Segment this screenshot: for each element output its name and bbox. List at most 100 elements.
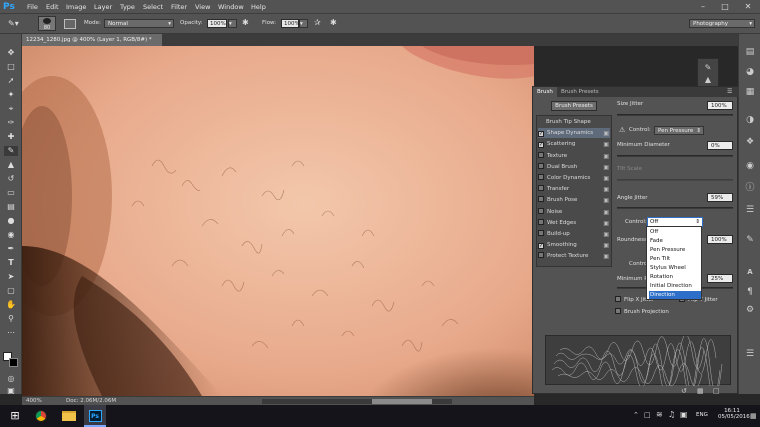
zoom-tool-icon[interactable]: ⚲ xyxy=(4,314,18,324)
wifi-icon[interactable]: ≋ xyxy=(656,410,663,419)
brush-projection-row[interactable]: Brush Projection xyxy=(615,308,669,315)
control-option-stylus-wheel[interactable]: Stylus Wheel xyxy=(649,264,701,272)
brush-setting-checkbox[interactable] xyxy=(538,207,544,214)
gradient-tool-icon[interactable]: ▤ xyxy=(4,202,18,212)
angle-jitter-field[interactable]: 59% xyxy=(707,193,733,202)
scrollbar-thumb[interactable] xyxy=(372,399,432,404)
lock-icon[interactable]: ▣ xyxy=(603,219,609,229)
lock-icon[interactable]: ▣ xyxy=(603,252,609,262)
brush-setting-brush-tip-shape[interactable]: Brush Tip Shape xyxy=(538,117,610,127)
brush-setting-dual-brush[interactable]: Dual Brush ▣ xyxy=(538,162,610,172)
lock-icon[interactable]: ▣ xyxy=(603,241,609,251)
flip-x-checkbox[interactable] xyxy=(615,296,621,302)
mode-select[interactable]: Normal ▾ xyxy=(104,19,174,28)
brush-setting-checkbox[interactable] xyxy=(538,230,544,236)
eyedropper-tool-icon[interactable]: ✑ xyxy=(4,118,18,128)
clock[interactable]: 16:11 05/05/2016 xyxy=(718,408,750,420)
menu-file[interactable]: File xyxy=(27,0,38,14)
menu-window[interactable]: Window xyxy=(218,0,244,14)
adjustments-panel-icon[interactable]: ◑ xyxy=(744,114,756,126)
minimum-diameter-field[interactable]: 0% xyxy=(707,141,733,150)
tab-brush-presets[interactable]: Brush Presets xyxy=(557,87,603,97)
hand-tool-icon[interactable]: ✋ xyxy=(4,300,18,310)
lock-icon[interactable]: ▣ xyxy=(603,129,609,139)
close-window-button[interactable]: ✕ xyxy=(737,0,759,14)
info-panel-icon[interactable]: ⓘ xyxy=(744,182,756,194)
panel-menu-icon[interactable]: ☰ xyxy=(727,88,732,95)
character-panel-icon[interactable]: A xyxy=(744,266,756,278)
brush-setting-checkbox[interactable] xyxy=(538,174,544,180)
menu-image[interactable]: Image xyxy=(66,0,86,14)
magic-wand-tool-icon[interactable]: ✦ xyxy=(4,90,18,100)
notifications-icon[interactable]: ▦ xyxy=(750,412,757,420)
brush-setting-checkbox[interactable] xyxy=(538,162,544,169)
screen-mode-icon[interactable]: ▣ xyxy=(4,386,18,396)
menu-select[interactable]: Select xyxy=(143,0,163,14)
brush-projection-checkbox[interactable] xyxy=(615,308,621,314)
brush-setting-color-dynamics[interactable]: Color Dynamics ▣ xyxy=(538,173,610,183)
styles-panel-icon[interactable]: ❖ xyxy=(744,136,756,148)
brush-setting-checkbox[interactable] xyxy=(538,196,544,203)
minimum-roundness-field[interactable]: 25% xyxy=(707,274,733,283)
history-brush-tool-icon[interactable]: ↺ xyxy=(4,174,18,184)
airbrush-icon[interactable]: ✰ xyxy=(314,18,324,29)
menu-layer[interactable]: Layer xyxy=(94,0,112,14)
menu-view[interactable]: View xyxy=(195,0,210,14)
brush-setting-brush-pose[interactable]: Brush Pose ▣ xyxy=(538,195,610,205)
brush-preset-picker[interactable]: 80 xyxy=(38,16,56,31)
tab-brush[interactable]: Brush xyxy=(533,87,557,97)
size-control-select[interactable]: Pen Pressure ⇕ xyxy=(654,126,704,135)
paragraph-panel-icon[interactable]: ¶ xyxy=(744,286,756,298)
marquee-tool-icon[interactable]: □ xyxy=(4,62,18,72)
brush-setting-texture[interactable]: Texture ▣ xyxy=(538,151,610,161)
control-option-initial-direction[interactable]: Initial Direction xyxy=(649,282,701,290)
brush-setting-transfer[interactable]: Transfer ▣ xyxy=(538,184,610,194)
menu-help[interactable]: Help xyxy=(251,0,266,14)
brush-setting-noise[interactable]: Noise ▣ xyxy=(538,207,610,217)
tray-chevron-icon[interactable]: ⌃ xyxy=(633,411,639,419)
move-tool-icon[interactable]: ✥ xyxy=(4,48,18,58)
lock-icon[interactable]: ▣ xyxy=(603,185,609,195)
brush-setting-build-up[interactable]: Build-up ▣ xyxy=(538,229,610,239)
battery-icon[interactable]: ▣ xyxy=(680,410,688,419)
size-jitter-slider[interactable] xyxy=(617,114,733,116)
quick-mask-icon[interactable]: ◎ xyxy=(4,374,18,384)
lasso-tool-icon[interactable]: ➚ xyxy=(4,76,18,86)
toggle-live-tip-icon[interactable]: ↺ xyxy=(681,387,687,395)
new-preset-icon[interactable]: □ xyxy=(713,387,720,395)
eraser-tool-icon[interactable]: ▭ xyxy=(4,188,18,198)
pressure-size-icon[interactable]: ✱ xyxy=(330,18,340,29)
brush-setting-shape-dynamics[interactable]: ✓ Shape Dynamics ▣ xyxy=(538,128,610,139)
file-explorer-taskbar-button[interactable] xyxy=(58,405,80,427)
brush-tool-icon[interactable]: ✎ xyxy=(4,146,18,156)
crop-tool-icon[interactable]: ⌖ xyxy=(4,104,18,114)
angle-jitter-slider[interactable] xyxy=(617,207,733,209)
more-tools-icon[interactable]: ⋯ xyxy=(4,328,18,338)
brush-panel-icon[interactable]: ✎ xyxy=(744,234,756,246)
color-panel-icon[interactable]: ◕ xyxy=(744,66,756,78)
document-tab[interactable]: 12234_1280.jpg @ 400% (Layer 1, RGB/8#) … xyxy=(22,34,162,55)
brush-setting-checkbox[interactable] xyxy=(538,151,544,158)
tool-presets-icon[interactable]: ⚙ xyxy=(744,304,756,316)
lock-icon[interactable]: ▣ xyxy=(603,174,609,184)
start-button[interactable]: ⊞ xyxy=(4,405,26,427)
control-option-rotation[interactable]: Rotation xyxy=(649,273,701,281)
brush-presets-strip-icon[interactable]: ✎ xyxy=(702,63,714,73)
chrome-taskbar-button[interactable] xyxy=(30,405,52,427)
menu-filter[interactable]: Filter xyxy=(171,0,187,14)
healing-brush-tool-icon[interactable]: ✚ xyxy=(4,132,18,142)
horizontal-scrollbar[interactable] xyxy=(262,399,452,404)
control-option-direction[interactable]: Direction xyxy=(649,291,701,299)
lock-icon[interactable]: ▣ xyxy=(603,152,609,162)
brush-setting-checkbox[interactable] xyxy=(538,252,544,259)
background-color-swatch[interactable] xyxy=(9,358,18,367)
flow-dropdown-arrow[interactable]: ▾ xyxy=(299,19,308,28)
brush-presets-button[interactable]: Brush Presets xyxy=(551,101,597,111)
lock-icon[interactable]: ▣ xyxy=(603,230,609,240)
photoshop-taskbar-button[interactable]: Ps xyxy=(84,405,106,427)
pen-tool-icon[interactable]: ✒ xyxy=(4,244,18,254)
roundness-jitter-field[interactable]: 100% xyxy=(707,235,733,244)
control-option-off[interactable]: Off xyxy=(649,228,701,236)
shape-tool-icon[interactable]: ▢ xyxy=(4,286,18,296)
swatches-panel-icon[interactable]: ▦ xyxy=(744,86,756,98)
